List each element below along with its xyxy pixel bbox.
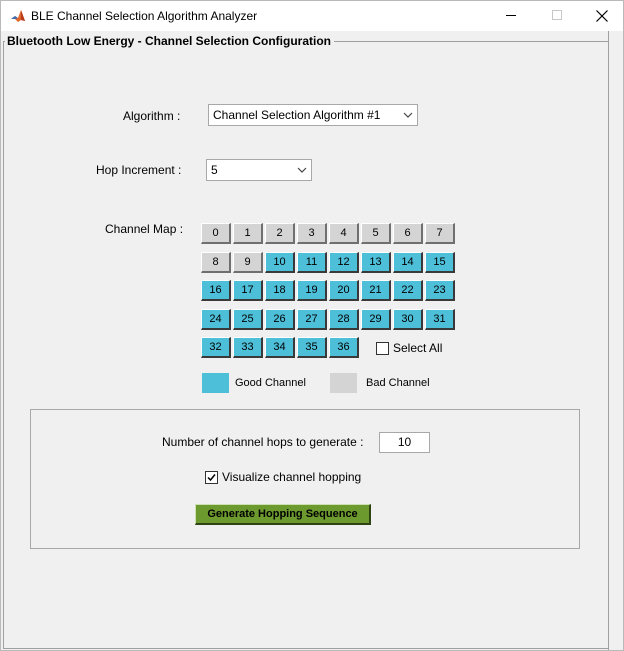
channel-button-15[interactable]: 15 (425, 252, 455, 273)
channel-button-36[interactable]: 36 (329, 337, 359, 358)
channel-button-24[interactable]: 24 (201, 309, 231, 330)
channel-button-1[interactable]: 1 (233, 223, 263, 244)
channel-button-13[interactable]: 13 (361, 252, 391, 273)
channel-map-label: Channel Map : (105, 222, 184, 236)
select-all-checkbox[interactable] (376, 342, 389, 355)
channel-button-29[interactable]: 29 (361, 309, 391, 330)
app-window: BLE Channel Selection Algorithm Analyzer… (0, 0, 624, 651)
checkmark-icon (207, 474, 216, 482)
channel-button-31[interactable]: 31 (425, 309, 455, 330)
matlab-app-icon (10, 8, 26, 24)
channel-button-25[interactable]: 25 (233, 309, 263, 330)
channel-button-3[interactable]: 3 (297, 223, 327, 244)
channel-button-9[interactable]: 9 (233, 252, 263, 273)
visualize-checkbox[interactable] (205, 471, 218, 484)
close-button[interactable] (579, 1, 624, 30)
hop-increment-dropdown[interactable]: 5 (206, 159, 312, 181)
hop-increment-label: Hop Increment : (96, 163, 182, 177)
minimize-icon (505, 15, 516, 16)
title-bar: BLE Channel Selection Algorithm Analyzer (1, 1, 623, 31)
channel-button-32[interactable]: 32 (201, 337, 231, 358)
generate-hopping-sequence-button[interactable]: Generate Hopping Sequence (195, 504, 371, 525)
channel-button-4[interactable]: 4 (329, 223, 359, 244)
channel-button-10[interactable]: 10 (265, 252, 295, 273)
visualize-label: Visualize channel hopping (222, 470, 362, 484)
channel-button-28[interactable]: 28 (329, 309, 359, 330)
hop-increment-selected-value: 5 (211, 163, 218, 177)
maximize-icon (551, 10, 562, 20)
maximize-button[interactable] (534, 1, 580, 30)
channel-button-19[interactable]: 19 (297, 280, 327, 301)
good-channel-swatch (202, 373, 229, 393)
channel-button-20[interactable]: 20 (329, 280, 359, 301)
panel-right-edge (608, 31, 609, 650)
channel-button-33[interactable]: 33 (233, 337, 263, 358)
channel-button-26[interactable]: 26 (265, 309, 295, 330)
channel-button-7[interactable]: 7 (425, 223, 455, 244)
channel-button-27[interactable]: 27 (297, 309, 327, 330)
channel-button-8[interactable]: 8 (201, 252, 231, 273)
hops-count-input[interactable]: 10 (379, 432, 430, 453)
bad-channel-label: Bad Channel (366, 377, 430, 389)
channel-button-35[interactable]: 35 (297, 337, 327, 358)
algorithm-label: Algorithm : (123, 109, 181, 123)
close-icon (596, 9, 608, 22)
channel-button-11[interactable]: 11 (297, 252, 327, 273)
channel-button-2[interactable]: 2 (265, 223, 295, 244)
channel-button-34[interactable]: 34 (265, 337, 295, 358)
bad-channel-swatch (330, 373, 357, 393)
channel-button-14[interactable]: 14 (393, 252, 423, 273)
channel-button-17[interactable]: 17 (233, 280, 263, 301)
channel-button-0[interactable]: 0 (201, 223, 231, 244)
channel-button-30[interactable]: 30 (393, 309, 423, 330)
chevron-down-icon (297, 167, 307, 173)
minimize-button[interactable] (488, 1, 534, 30)
select-all-label: Select All (393, 341, 443, 355)
chevron-down-icon (403, 112, 413, 118)
channel-button-18[interactable]: 18 (265, 280, 295, 301)
panel-title: Bluetooth Low Energy - Channel Selection… (5, 34, 334, 48)
good-channel-label: Good Channel (235, 377, 306, 389)
channel-button-5[interactable]: 5 (361, 223, 391, 244)
algorithm-selected-value: Channel Selection Algorithm #1 (213, 108, 381, 122)
window-title: BLE Channel Selection Algorithm Analyzer (31, 9, 258, 23)
channel-button-6[interactable]: 6 (393, 223, 423, 244)
channel-button-21[interactable]: 21 (361, 280, 391, 301)
channel-button-16[interactable]: 16 (201, 280, 231, 301)
hops-count-label: Number of channel hops to generate : (162, 435, 364, 449)
channel-button-23[interactable]: 23 (425, 280, 455, 301)
channel-button-12[interactable]: 12 (329, 252, 359, 273)
channel-button-22[interactable]: 22 (393, 280, 423, 301)
algorithm-dropdown[interactable]: Channel Selection Algorithm #1 (208, 104, 418, 126)
